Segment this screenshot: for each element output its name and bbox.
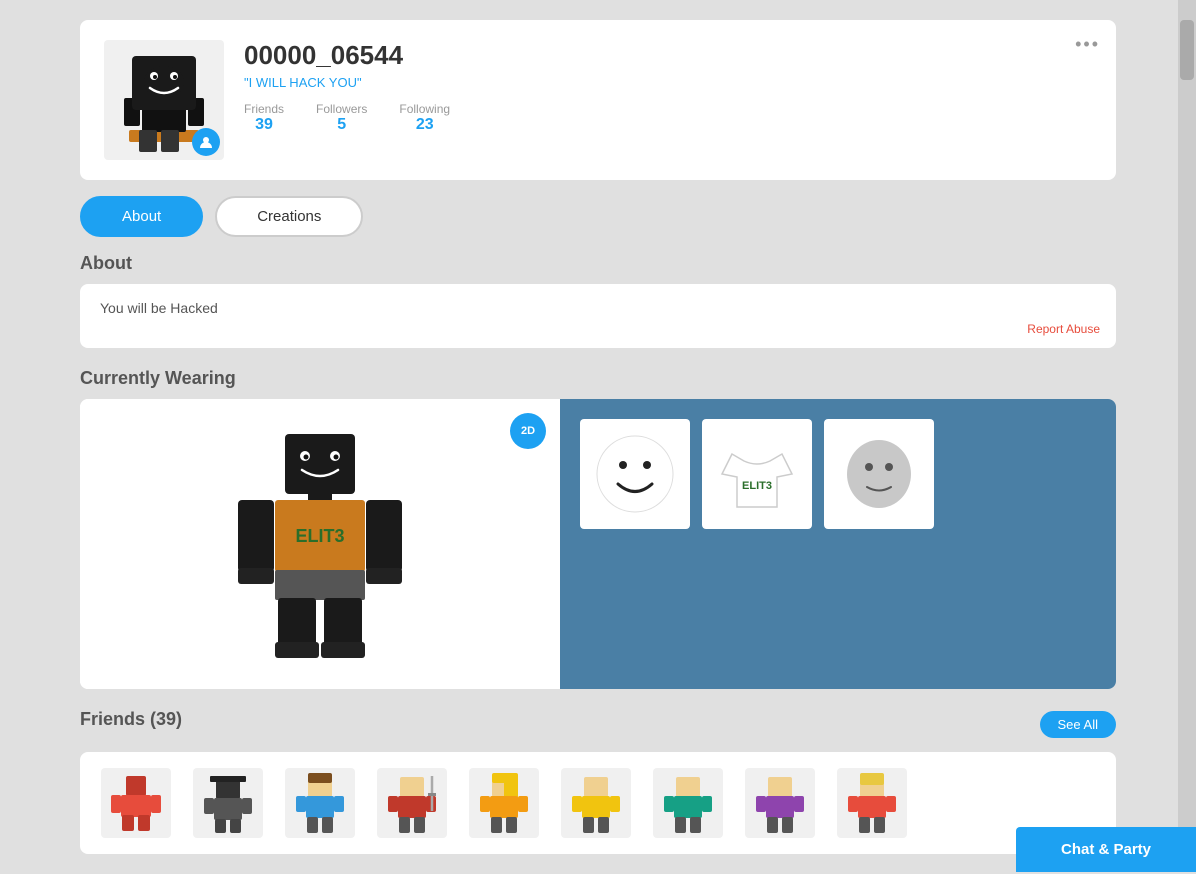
list-item[interactable] <box>280 768 360 838</box>
friend-avatar <box>101 768 171 838</box>
wearing-section: Currently Wearing 2D <box>80 368 1116 689</box>
profile-status: "I WILL HACK YOU" <box>244 75 1092 90</box>
stat-friends: Friends 39 <box>244 102 284 134</box>
friend-avatar <box>377 768 447 838</box>
friend-avatar <box>653 768 723 838</box>
stat-followers: Followers 5 <box>316 102 367 134</box>
about-card: You will be Hacked Report Abuse <box>80 284 1116 348</box>
friends-section: Friends (39) See All <box>80 709 1116 854</box>
about-text: You will be Hacked <box>100 300 1096 316</box>
list-item[interactable] <box>96 768 176 838</box>
wearing-item-shirt[interactable]: ELIT3 <box>702 419 812 529</box>
tab-about[interactable]: About <box>80 196 203 237</box>
friend-avatar <box>469 768 539 838</box>
profile-info: 00000_06544 "I WILL HACK YOU" Friends 39… <box>244 40 1092 134</box>
svg-text:ELIT3: ELIT3 <box>742 480 772 492</box>
friend-avatar <box>745 768 815 838</box>
chat-bar[interactable]: Chat & Party <box>1016 827 1196 872</box>
profile-stats: Friends 39 Followers 5 Following 23 <box>244 102 1092 134</box>
list-item[interactable] <box>648 768 728 838</box>
tabs-row: About Creations <box>80 196 1116 237</box>
stat-followers-label: Followers <box>316 102 367 116</box>
wearing-left: 2D ELIT3 <box>80 399 560 689</box>
about-section-title: About <box>80 253 1116 274</box>
character-3d: ELIT3 <box>220 424 420 664</box>
shirt-item-svg: ELIT3 <box>712 429 802 519</box>
more-options-button[interactable]: ••• <box>1075 34 1100 55</box>
friends-card <box>80 752 1116 854</box>
wearing-right: ELIT3 <box>560 399 1116 689</box>
see-all-button[interactable]: See All <box>1040 711 1116 738</box>
list-item[interactable] <box>832 768 912 838</box>
friend-avatar <box>837 768 907 838</box>
avatar-badge <box>192 128 220 156</box>
stat-friends-value: 39 <box>255 116 273 134</box>
list-item[interactable] <box>188 768 268 838</box>
wearing-item-head[interactable] <box>824 419 934 529</box>
wearing-2d-button[interactable]: 2D <box>510 413 546 449</box>
list-item[interactable] <box>740 768 820 838</box>
list-item[interactable] <box>372 768 452 838</box>
stat-following-value: 23 <box>416 116 434 134</box>
head-item-svg <box>834 429 924 519</box>
friends-header: Friends (39) See All <box>80 709 1116 740</box>
report-abuse-link[interactable]: Report Abuse <box>1027 322 1100 336</box>
friend-avatar <box>285 768 355 838</box>
avatar-wrapper <box>104 40 224 160</box>
list-item[interactable] <box>464 768 544 838</box>
face-item-svg <box>590 429 680 519</box>
stat-following: Following 23 <box>399 102 450 134</box>
profile-card: 00000_06544 "I WILL HACK YOU" Friends 39… <box>80 20 1116 180</box>
profile-username: 00000_06544 <box>244 40 1092 71</box>
tab-creations[interactable]: Creations <box>215 196 363 237</box>
svg-text:ELIT3: ELIT3 <box>295 526 344 546</box>
friends-section-title: Friends (39) <box>80 709 182 730</box>
friend-avatar <box>561 768 631 838</box>
wearing-section-title: Currently Wearing <box>80 368 1116 389</box>
stat-friends-label: Friends <box>244 102 284 116</box>
stat-followers-value: 5 <box>337 116 346 134</box>
friend-avatar <box>193 768 263 838</box>
wearing-item-face[interactable] <box>580 419 690 529</box>
wearing-card: 2D ELIT3 <box>80 399 1116 689</box>
stat-following-label: Following <box>399 102 450 116</box>
list-item[interactable] <box>556 768 636 838</box>
